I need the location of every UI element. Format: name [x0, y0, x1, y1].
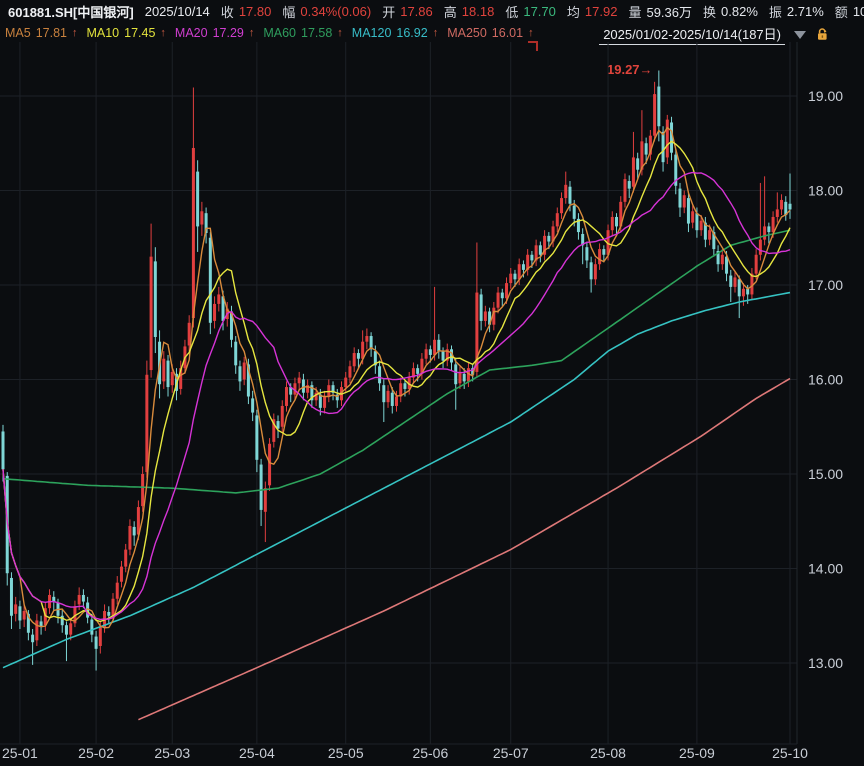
y-axis-label: 15.00 — [808, 466, 843, 482]
quote-field-value: 17.92 — [585, 4, 618, 19]
x-axis-label: 25-05 — [328, 745, 364, 761]
quote-field-label: 量 — [628, 2, 641, 21]
quote-field-label: 额 — [835, 2, 848, 21]
x-axis-label: 25-10 — [772, 745, 808, 761]
quote-field-value: 0.82% — [721, 4, 758, 19]
ma-line-ma10 — [3, 141, 790, 621]
ma-line-ma250 — [138, 379, 790, 720]
quote-field-value: 17.70 — [523, 4, 556, 19]
quote-header-bar: 601881.SH[中国银河] 2025/10/14 收 17.80 幅 0.34%(… — [0, 0, 864, 22]
ma-legend-item: MA2017.29↑ — [175, 26, 254, 40]
x-axis-label: 25-06 — [412, 745, 448, 761]
symbol-title: 601881.SH[中国银河] — [8, 2, 134, 21]
ma-legend-item: MA12016.92↑ — [352, 26, 438, 40]
x-axis-label: 25-01 — [2, 745, 38, 761]
y-axis-label: 18.00 — [808, 183, 843, 199]
ma-legend-item: MA25016.01↑ — [447, 26, 533, 40]
quote-field-value: 18.18 — [462, 4, 495, 19]
stock-chart-app: 601881.SH[中国银河] 2025/10/14 收 17.80 幅 0.34%(… — [0, 0, 864, 766]
quote-field: 开 17.86 — [382, 2, 433, 21]
quote-field-value: 17.80 — [239, 4, 272, 19]
x-axis-label: 25-09 — [679, 745, 715, 761]
quote-field-label: 换 — [703, 2, 716, 21]
x-axis-label: 25-04 — [239, 745, 275, 761]
candlestick-chart[interactable]: 19.00 18.00 17.00 16.00 15.00 14.00 13.00 25-01… — [0, 42, 864, 766]
up-arrow-icon: ↑ — [249, 27, 255, 39]
quote-field-label: 均 — [567, 2, 580, 21]
y-axis-label: 14.00 — [808, 561, 843, 577]
x-axis-label: 25-02 — [78, 745, 114, 761]
unlock-icon[interactable] — [815, 27, 830, 42]
up-arrow-icon: ↑ — [72, 27, 78, 39]
up-arrow-icon: ↑ — [528, 27, 534, 39]
y-axis-label: 13.00 — [808, 655, 843, 671]
quote-field: 均 17.92 — [567, 2, 618, 21]
up-arrow-icon: ↑ — [160, 27, 166, 39]
quote-field: 换 0.82% — [703, 2, 758, 21]
quote-field: 收 17.80 — [221, 2, 272, 21]
ma-legend-item: MA517.81↑ — [5, 26, 77, 40]
y-axis-label: 19.00 — [808, 88, 843, 104]
ma-line-ma5 — [3, 128, 790, 628]
quote-field-label: 高 — [444, 2, 457, 21]
quote-field-value: 10 — [853, 4, 864, 19]
quote-field-value: 2.71% — [787, 4, 824, 19]
up-arrow-icon: ↑ — [337, 27, 343, 39]
up-arrow-icon: ↑ — [433, 27, 439, 39]
y-axis-label: 17.00 — [808, 277, 843, 293]
y-axis-label: 16.00 — [808, 372, 843, 388]
quote-field-label: 收 — [221, 2, 234, 21]
chevron-down-icon[interactable] — [794, 31, 806, 39]
quote-field-value: 59.36万 — [646, 2, 692, 21]
x-axis-label: 25-08 — [590, 745, 626, 761]
quote-field: 额 10 — [835, 2, 864, 21]
quote-field-label: 振 — [769, 2, 782, 21]
quote-field: 量 59.36万 — [628, 2, 692, 21]
quote-field-label: 幅 — [282, 2, 295, 21]
quote-field-label: 开 — [382, 2, 395, 21]
x-axis-label: 25-07 — [493, 745, 529, 761]
quote-date: 2025/10/14 — [145, 4, 210, 19]
quote-field: 振 2.71% — [769, 2, 824, 21]
quote-field-label: 低 — [505, 2, 518, 21]
quote-field: 幅 0.34%(0.06) — [282, 2, 371, 21]
quote-field: 高 18.18 — [444, 2, 495, 21]
x-axis-label: 25-03 — [154, 745, 190, 761]
ma-legend-item: MA6017.58↑ — [263, 26, 342, 40]
quote-field-value: 17.86 — [400, 4, 433, 19]
quote-field-value: 0.34%(0.06) — [300, 4, 371, 19]
ma-legend-item: MA1017.45↑ — [86, 26, 165, 40]
candles-layer — [2, 70, 792, 670]
quote-field: 低 17.70 — [505, 2, 556, 21]
